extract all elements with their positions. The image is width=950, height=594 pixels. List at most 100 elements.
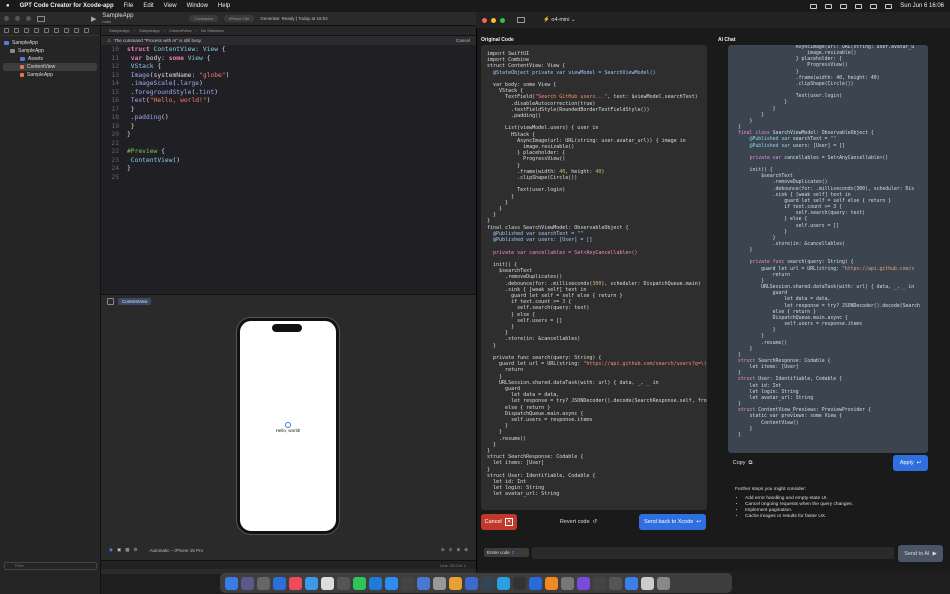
notice-cancel-button[interactable]: Cancel [456, 38, 470, 43]
chatgpt-icon[interactable] [337, 576, 350, 590]
menu-view[interactable]: View [164, 3, 177, 9]
zoom-in-icon[interactable]: ⊕ [456, 547, 460, 553]
issue-icon[interactable] [44, 28, 49, 33]
minimize-window-button[interactable] [15, 16, 20, 21]
app-store-icon[interactable] [385, 576, 398, 590]
zoom-window-button[interactable] [500, 17, 505, 23]
app-icon[interactable] [561, 576, 574, 590]
navigator-filter-input[interactable]: Filter [4, 562, 97, 570]
pin-icon[interactable] [107, 298, 114, 305]
app-name[interactable]: GPT Code Creator for Xcode-app [20, 3, 114, 9]
copy-button[interactable]: Copy ⧉ [730, 457, 755, 469]
app-icon[interactable] [577, 576, 590, 590]
app-icon[interactable] [593, 576, 606, 590]
battery-icon[interactable] [840, 3, 848, 9]
search-icon[interactable] [870, 3, 878, 9]
code-editor[interactable]: SampleApp › SampleApp › ContentView › No Se… [101, 26, 476, 294]
minimize-window-button[interactable] [491, 17, 496, 23]
zoom-fit-icon[interactable]: ⊙ [449, 547, 453, 553]
menu-file[interactable]: File [124, 3, 134, 9]
app-icon[interactable] [449, 576, 462, 590]
finder-icon[interactable] [225, 576, 238, 590]
control-center-icon[interactable] [885, 3, 893, 9]
whatsapp-icon[interactable] [353, 576, 366, 590]
scheme-tab[interactable]: Contractor [189, 15, 219, 22]
swift-file-icon [20, 73, 24, 77]
model-selector[interactable]: ⚡ o4-mini ⌄ [543, 17, 576, 23]
report-icon[interactable] [84, 28, 89, 33]
telegram-icon[interactable] [497, 576, 510, 590]
destination-tab[interactable]: iPhone 15e [224, 15, 255, 22]
tree-item-contentview[interactable]: ContentView [3, 63, 97, 71]
tree-item-project[interactable]: SampleApp [0, 39, 100, 47]
jump-project[interactable]: SampleApp [109, 28, 130, 33]
selectable-icon[interactable]: ▣ [117, 547, 121, 553]
settings-icon[interactable]: ⚙ [133, 547, 137, 553]
cancel-button[interactable]: Cancel ✕ [481, 514, 517, 530]
xcode-icon[interactable] [417, 576, 430, 590]
jump-selection[interactable]: No Selection [201, 28, 224, 33]
close-window-button[interactable] [482, 17, 487, 23]
clock[interactable]: Sun Jun 6 16:06 [900, 3, 944, 9]
app-icon[interactable] [529, 576, 542, 590]
app-icon[interactable] [545, 576, 558, 590]
app-icon[interactable] [481, 576, 494, 590]
music-icon[interactable] [289, 576, 302, 590]
folder-icon[interactable] [625, 576, 638, 590]
find-icon[interactable] [34, 28, 39, 33]
bluetooth-icon[interactable] [825, 3, 833, 9]
zoom-actual-icon[interactable]: ⊗ [464, 547, 468, 553]
folder-icon[interactable] [4, 28, 9, 33]
source-control-icon[interactable] [14, 28, 19, 33]
menu-help[interactable]: Help [218, 3, 230, 9]
send-to-ai-button[interactable]: Send to AI ▶ [898, 545, 943, 562]
launchpad-icon[interactable] [241, 576, 254, 590]
variants-icon[interactable]: ▦ [125, 547, 129, 553]
sidebar-toggle-icon[interactable] [517, 17, 525, 23]
apply-button[interactable]: Apply ↩ [893, 455, 928, 471]
preview-tab[interactable]: ContentView [118, 298, 152, 305]
app-icon[interactable] [465, 576, 478, 590]
menu-edit[interactable]: Edit [143, 3, 153, 9]
preview-icon[interactable] [433, 576, 446, 590]
original-code-view[interactable]: import SwiftUI import Combine struct Con… [481, 45, 707, 510]
debug-icon[interactable] [64, 28, 69, 33]
mail-icon[interactable] [273, 576, 286, 590]
revert-code-button[interactable]: Revert code ↺ [556, 514, 601, 530]
symbol-icon[interactable] [24, 28, 29, 33]
settings-icon[interactable] [401, 576, 414, 590]
jump-group[interactable]: SampleApp [139, 28, 160, 33]
tree-item-group[interactable]: SampleApp [0, 47, 100, 55]
zoom-window-button[interactable] [26, 16, 31, 21]
menu-window[interactable]: Window [187, 3, 208, 9]
vscode-icon[interactable] [369, 576, 382, 590]
test-icon[interactable] [54, 28, 59, 33]
safari-icon[interactable] [305, 576, 318, 590]
send-back-to-xcode-button[interactable]: Send back to Xcode ↩ [639, 514, 706, 530]
jump-file[interactable]: ContentView [169, 28, 192, 33]
close-window-button[interactable] [4, 16, 9, 21]
apple-icon[interactable]: ● [6, 3, 10, 9]
app-grid-icon[interactable] [257, 576, 270, 590]
prompt-input[interactable] [532, 547, 894, 559]
documents-icon[interactable] [641, 576, 654, 590]
sidebar-toggle-icon[interactable] [37, 15, 45, 22]
live-preview-icon[interactable]: ◉ [109, 547, 113, 553]
scope-select[interactable]: Entire code ⇕ [484, 548, 529, 557]
breakpoint-icon[interactable] [74, 28, 79, 33]
device-selector[interactable]: Automatic – iPhone 15 Pro [150, 548, 204, 553]
tree-label: Assets [28, 56, 44, 62]
source-code[interactable]: 10 struct ContentView: View { 11 var body… [101, 45, 476, 182]
trash-icon[interactable] [657, 576, 670, 590]
wifi-icon[interactable] [855, 3, 863, 9]
ai-chat-code-view[interactable]: AsyncImage(url: URL(string: user.avatar_… [728, 45, 928, 453]
tree-item-app[interactable]: SampleApp [0, 71, 100, 79]
run-icon[interactable]: ▶ [91, 15, 96, 23]
zoom-out-icon[interactable]: ⊖ [441, 547, 445, 553]
app-icon[interactable] [609, 576, 622, 590]
tree-item-assets[interactable]: Assets [0, 55, 100, 63]
app-icon[interactable] [513, 576, 526, 590]
chrome-icon[interactable] [321, 576, 334, 590]
cursor-position: Line: 25 Col: 1 [440, 562, 466, 568]
volume-icon[interactable] [810, 3, 818, 9]
